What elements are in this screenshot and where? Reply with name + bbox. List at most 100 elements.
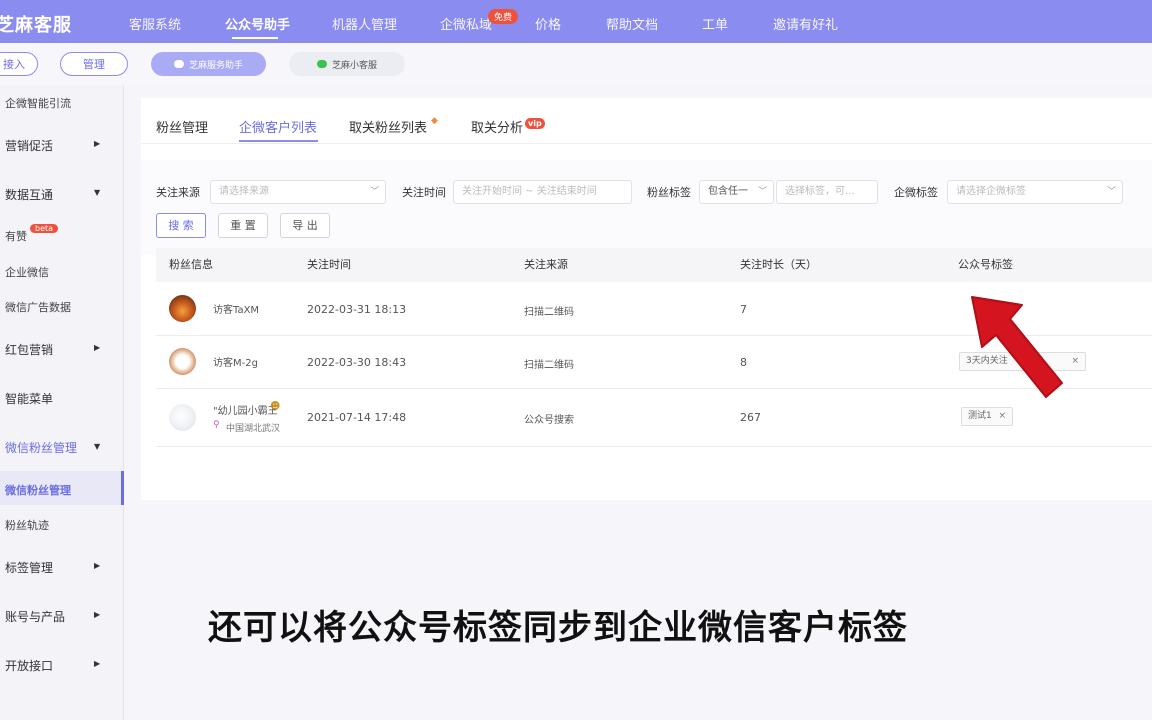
sidebar-item-account-product[interactable]: 账号与产品 (5, 608, 65, 625)
follow-days: 267 (740, 411, 761, 424)
follow-days: 8 (740, 356, 747, 369)
export-button[interactable]: 导 出 (280, 213, 330, 238)
source-placeholder: 请选择来源 (219, 186, 269, 197)
time-range-picker[interactable]: 关注开始时间 ~ 关注结束时间 (453, 180, 632, 204)
source-select[interactable]: 请选择来源 ﹀ (210, 180, 386, 204)
fans-tag-filter-label: 粉丝标签 (647, 186, 691, 199)
sidebar-item-fans-trajectory[interactable]: 粉丝轨迹 (5, 517, 49, 533)
sidebar-item-smart-menu[interactable]: 智能菜单 (5, 390, 53, 407)
beta-badge: beta (30, 224, 59, 233)
nav-item-customer-service[interactable]: 客服系统 (129, 14, 181, 33)
sidebar-item-data-sync[interactable]: 数据互通 (5, 186, 53, 203)
chevron-right-icon: ▶ (94, 343, 101, 352)
app-logo: 芝麻客服 (0, 15, 72, 36)
row-divider (156, 446, 1152, 447)
time-filter-label: 关注时间 (402, 186, 446, 199)
nav-item-ticket[interactable]: 工单 (702, 14, 728, 33)
tag-select[interactable]: 选择标签，可... (776, 180, 878, 204)
avatar (169, 348, 196, 375)
tab-unfollow-analysis[interactable]: 取关分析 (471, 117, 523, 136)
tag-mode-select[interactable]: 包含任一 ﹀ (699, 180, 774, 204)
wechat-icon (316, 60, 327, 68)
column-header-follow-source: 关注来源 (524, 258, 568, 271)
top-navigation-bar: 芝麻客服 客服系统 公众号助手 机器人管理 企微私域 免费 价格 帮助文档 工单… (0, 0, 1152, 43)
tab-unfollowed-fans[interactable]: 取关粉丝列表 (349, 117, 427, 136)
chevron-right-icon: ▶ (94, 139, 101, 148)
nav-item-price[interactable]: 价格 (535, 14, 561, 33)
diamond-icon: ◆ (431, 116, 438, 126)
free-badge: 免费 (488, 9, 519, 24)
tag-mode-value: 包含任一 (708, 186, 748, 197)
account-switch-bar: 接入 管理 芝麻服务助手 芝麻小客服 (0, 43, 1152, 85)
oa-tag-label: 测试1 (968, 411, 992, 421)
access-button[interactable]: 接入 (0, 52, 38, 76)
nav-item-invite[interactable]: 邀请有好礼 (773, 14, 838, 33)
chevron-down-icon: ▼ (94, 188, 101, 197)
annotation-arrow-icon (971, 296, 1063, 398)
follow-source: 扫描二维码 (524, 307, 574, 318)
avatar (169, 295, 196, 322)
nav-active-indicator (232, 37, 278, 39)
chevron-down-icon: ﹀ (369, 187, 379, 197)
video-caption: 还可以将公众号标签同步到企业微信客户标签 (208, 608, 908, 648)
fan-name[interactable]: 访客TaXM (213, 301, 259, 316)
sidebar-item-wecom[interactable]: 企业微信 (5, 264, 49, 280)
search-button[interactable]: 搜 索 (156, 213, 206, 238)
oa-tag[interactable]: 测试1 × (961, 407, 1013, 426)
sidebar-item-fans-group[interactable]: 微信粉丝管理 (5, 439, 77, 456)
emoji-icon: ☻ (270, 401, 281, 412)
tag-placeholder: 选择标签，可... (785, 186, 855, 197)
sidebar-item-tag-management[interactable]: 标签管理 (5, 559, 53, 576)
chevron-down-icon: ▼ (94, 442, 101, 451)
account-tab-service-assistant[interactable]: 芝麻服务助手 (151, 52, 266, 76)
tab-wecom-customers[interactable]: 企微客户列表 (239, 117, 317, 136)
column-header-follow-days: 关注时长（天） (740, 258, 817, 271)
sidebar-item-open-api[interactable]: 开放接口 (5, 657, 53, 674)
sidebar-active-indicator (121, 471, 124, 505)
chevron-right-icon: ▶ (94, 561, 101, 570)
nav-item-wecom-private[interactable]: 企微私域 (440, 14, 492, 33)
source-filter-label: 关注来源 (156, 186, 200, 199)
nav-item-help[interactable]: 帮助文档 (606, 14, 658, 33)
follow-days: 7 (740, 303, 747, 316)
close-icon[interactable]: × (1071, 353, 1079, 370)
nav-item-robot[interactable]: 机器人管理 (332, 14, 397, 33)
wechat-icon (173, 60, 184, 68)
sidebar-item-youzan[interactable]: 有赞 (5, 228, 27, 244)
chevron-right-icon: ▶ (94, 659, 101, 668)
location-pin-icon: ⚲ (213, 420, 220, 430)
filter-area (141, 160, 1152, 255)
account-name: 芝麻服务助手 (188, 60, 243, 71)
column-header-follow-time: 关注时间 (307, 258, 351, 271)
column-header-oa-tags: 公众号标签 (958, 258, 1013, 271)
chevron-down-icon: ﹀ (1106, 187, 1116, 197)
sidebar-item-wechat-ads[interactable]: 微信广告数据 (5, 299, 71, 315)
follow-time: 2021-07-14 17:48 (307, 411, 407, 424)
follow-time: 2022-03-30 18:43 (307, 356, 407, 369)
tab-active-indicator (239, 140, 318, 142)
vip-badge: vip (525, 118, 545, 129)
reset-button[interactable]: 重 置 (218, 213, 268, 238)
fan-name[interactable]: "幼儿园小霸王 (213, 402, 278, 417)
tab-divider (141, 143, 1152, 144)
fan-location: 中国湖北武汉 (226, 424, 281, 434)
manage-button[interactable]: 管理 (60, 52, 128, 76)
time-placeholder: 关注开始时间 ~ 关注结束时间 (462, 186, 597, 197)
close-icon[interactable]: × (998, 408, 1006, 425)
tab-fans-management[interactable]: 粉丝管理 (156, 117, 208, 136)
wecom-tag-filter-label: 企微标签 (894, 186, 938, 199)
chevron-down-icon: ﹀ (757, 187, 767, 197)
account-tab-mini-service[interactable]: 芝麻小客服 (289, 52, 405, 76)
column-header-fans-info: 粉丝信息 (169, 258, 213, 271)
account-name: 芝麻小客服 (331, 60, 377, 71)
nav-item-official-account[interactable]: 公众号助手 (225, 14, 290, 33)
follow-source: 公众号搜索 (524, 415, 574, 426)
sidebar-item-red-packet[interactable]: 红包营销 (5, 341, 53, 358)
follow-time: 2022-03-31 18:13 (307, 303, 407, 316)
sidebar-item-marketing[interactable]: 营销促活 (5, 137, 53, 154)
fan-name[interactable]: 访客M-2g (213, 354, 258, 369)
wecom-tag-select[interactable]: 请选择企微标签 ﹀ (947, 180, 1123, 204)
follow-source: 扫描二维码 (524, 360, 574, 371)
sidebar-item-fans-management[interactable]: 微信粉丝管理 (5, 482, 71, 498)
sidebar-item-wecom-traffic[interactable]: 企微智能引流 (5, 95, 71, 111)
